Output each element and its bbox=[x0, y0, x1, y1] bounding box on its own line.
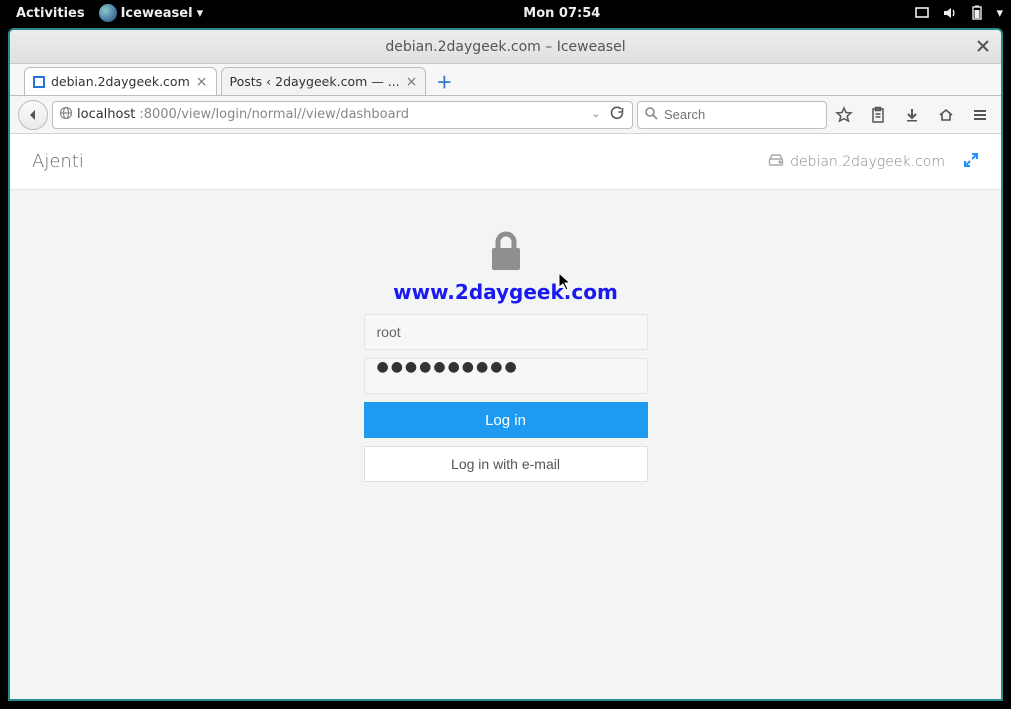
bookmark-star-icon[interactable] bbox=[831, 102, 857, 128]
screen-icon[interactable] bbox=[914, 5, 930, 21]
login-panel: www.2daygeek.com ●●●●●●●●●● Log in Log i… bbox=[364, 230, 648, 482]
tab-1[interactable]: debian.2daygeek.com × bbox=[24, 67, 217, 95]
search-icon bbox=[644, 106, 658, 124]
tab-label: debian.2daygeek.com bbox=[51, 74, 190, 89]
new-tab-button[interactable]: ＋ bbox=[432, 69, 456, 93]
reload-icon[interactable] bbox=[606, 106, 628, 124]
url-path: :8000/view/login/normal//view/dashboard bbox=[139, 107, 409, 122]
password-input[interactable]: ●●●●●●●●●● bbox=[364, 358, 648, 394]
favicon-icon bbox=[33, 76, 45, 88]
expand-icon[interactable] bbox=[963, 152, 979, 172]
clipboard-icon[interactable] bbox=[865, 102, 891, 128]
hostname: debian.2daygeek.com bbox=[790, 154, 945, 170]
volume-icon[interactable] bbox=[942, 5, 958, 21]
lock-icon bbox=[486, 230, 526, 278]
url-bar[interactable]: localhost :8000/view/login/normal//view/d… bbox=[52, 101, 633, 129]
url-host: localhost bbox=[77, 107, 135, 122]
clock[interactable]: Mon 07:54 bbox=[209, 6, 914, 21]
window-titlebar[interactable]: debian.2daygeek.com – Iceweasel bbox=[10, 30, 1001, 64]
search-bar[interactable] bbox=[637, 101, 827, 129]
back-button[interactable] bbox=[18, 100, 48, 130]
gnome-top-bar: Activities Iceweasel ▾ Mon 07:54 ▾ bbox=[0, 0, 1011, 26]
battery-icon[interactable] bbox=[970, 5, 984, 21]
tab-label: Posts ‹ 2daygeek.com — ... bbox=[230, 74, 400, 89]
brand: Ajenti bbox=[32, 151, 84, 172]
home-icon[interactable] bbox=[933, 102, 959, 128]
login-button[interactable]: Log in bbox=[364, 402, 648, 438]
harddrive-icon bbox=[768, 153, 784, 171]
login-email-button[interactable]: Log in with e-mail bbox=[364, 446, 648, 482]
chevron-down-icon[interactable]: ▾ bbox=[996, 6, 1003, 21]
search-input[interactable] bbox=[664, 107, 840, 122]
app-switcher[interactable]: Iceweasel ▾ bbox=[93, 4, 210, 22]
chevron-down-icon[interactable]: ⌄ bbox=[590, 109, 602, 120]
iceweasel-icon bbox=[99, 4, 117, 22]
toolbar-icons bbox=[831, 102, 993, 128]
app-name: Iceweasel bbox=[121, 6, 193, 21]
hostname-block: debian.2daygeek.com bbox=[768, 153, 945, 171]
page-content: Ajenti debian.2daygeek.com www.2da bbox=[10, 134, 1001, 699]
close-icon[interactable] bbox=[975, 38, 991, 54]
hamburger-menu-icon[interactable] bbox=[967, 102, 993, 128]
panel-header: Ajenti debian.2daygeek.com bbox=[10, 134, 1001, 190]
username-input[interactable] bbox=[364, 314, 648, 350]
tab-strip: debian.2daygeek.com × Posts ‹ 2daygeek.c… bbox=[10, 64, 1001, 96]
globe-icon bbox=[59, 106, 73, 124]
watermark-text: www.2daygeek.com bbox=[364, 280, 648, 304]
tab-2[interactable]: Posts ‹ 2daygeek.com — ... × bbox=[221, 67, 427, 95]
nav-toolbar: localhost :8000/view/login/normal//view/d… bbox=[10, 96, 1001, 134]
window-title: debian.2daygeek.com – Iceweasel bbox=[385, 39, 625, 55]
downloads-icon[interactable] bbox=[899, 102, 925, 128]
browser-window: debian.2daygeek.com – Iceweasel debian.2… bbox=[8, 28, 1003, 701]
chevron-down-icon: ▾ bbox=[197, 6, 204, 21]
close-icon[interactable]: × bbox=[196, 75, 208, 89]
system-tray: ▾ bbox=[914, 5, 1003, 21]
close-icon[interactable]: × bbox=[406, 75, 418, 89]
activities-button[interactable]: Activities bbox=[8, 6, 93, 21]
